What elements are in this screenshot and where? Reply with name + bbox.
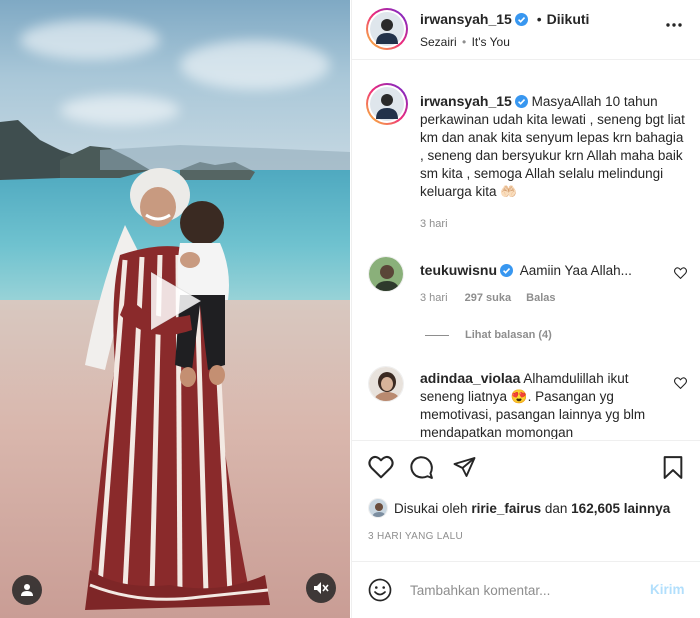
audio-separator: • [462,35,467,49]
add-comment-bar: Kirim [352,561,700,618]
smiley-icon[interactable] [368,578,392,602]
heart-icon[interactable] [368,455,394,479]
comment-like-icon[interactable] [674,377,687,389]
caption-text: MasyaAllah 10 tahun perkawinan udah kita… [420,94,685,199]
post-video[interactable] [0,0,350,618]
avatar-image [369,257,403,291]
post-comment-button[interactable]: Kirim [650,582,685,597]
liked-by-user[interactable]: ririe_fairus [471,501,541,516]
cloud-shape [20,20,160,60]
comment-likes[interactable]: 297 suka [465,292,511,304]
comment-avatar[interactable] [368,366,404,402]
play-icon[interactable] [147,268,205,334]
liked-by-avatar[interactable] [368,498,388,518]
comment-text: Aamiin Yaa Allah... [519,263,632,278]
comment-username[interactable]: adindaa_violaa [420,370,520,386]
view-replies-button[interactable]: Lihat balasan (4) [425,329,552,341]
post-timestamp[interactable]: 3 HARI YANG LALU [368,531,463,542]
header-user-line: irwansyah_15 • Diikuti [420,11,589,27]
mute-button[interactable] [306,573,336,603]
comment-username[interactable]: teukuwisnu [420,262,497,278]
follow-status-button[interactable]: Diikuti [547,11,590,27]
caption: irwansyah_15 MasyaAllah 10 tahun perkawi… [420,92,690,201]
liked-by-join: dan [544,501,568,516]
post-header: irwansyah_15 • Diikuti Sezairi • It's You [352,0,700,60]
reply-button[interactable]: Balas [526,292,555,304]
more-horizontal-icon[interactable] [665,16,683,34]
cloud-shape [180,40,330,90]
verified-badge-icon [514,13,528,26]
comment-input[interactable] [410,579,640,601]
audio-attribution[interactable]: Sezairi • It's You [420,35,510,49]
replies-line [425,334,449,336]
avatar-image [370,12,404,46]
people-illustration [85,168,270,610]
avatar-image [369,367,403,401]
comments-list[interactable]: irwansyah_15 MasyaAllah 10 tahun perkawi… [352,61,700,439]
author-avatar[interactable] [368,10,406,48]
user-tag-icon [21,584,33,596]
comment-avatar[interactable] [368,256,404,292]
liked-by-line: Disukai oleh ririe_fairus dan 162,605 la… [368,498,670,518]
comment-line: adindaa_violaa Alhamdulillah ikut seneng… [420,369,660,439]
header-separator: • [536,11,542,27]
comment-like-icon[interactable] [674,267,687,279]
liked-by-count[interactable]: 162,605 lainnya [571,501,670,516]
comment-bubble-icon[interactable] [409,455,434,480]
avatar-image [369,499,387,517]
caption-time: 3 hari [420,218,448,230]
view-replies-label: Lihat balasan (4) [465,329,552,341]
caption-avatar[interactable] [368,85,406,123]
comment-line: teukuwisnu Aamiin Yaa Allah... [420,261,632,280]
comment-meta: 3 hari 297 suka Balas [420,292,556,304]
verified-badge-icon [514,95,528,108]
post-actions-bar [352,440,700,492]
post-side-panel: irwansyah_15 • Diikuti Sezairi • It's You… [351,0,700,618]
comment-time: 3 hari [420,292,448,304]
liked-by-prefix: Disukai oleh [394,501,468,516]
audio-track: It's You [471,35,510,49]
caption-username[interactable]: irwansyah_15 [420,93,512,109]
avatar-image [370,87,404,121]
audio-artist: Sezairi [420,35,457,49]
author-username[interactable]: irwansyah_15 [420,11,512,27]
paper-plane-icon[interactable] [452,455,477,479]
speaker-muted-icon [314,582,329,594]
bookmark-icon[interactable] [662,455,684,480]
verified-badge-icon [500,264,514,277]
tagged-users-button[interactable] [12,575,42,605]
